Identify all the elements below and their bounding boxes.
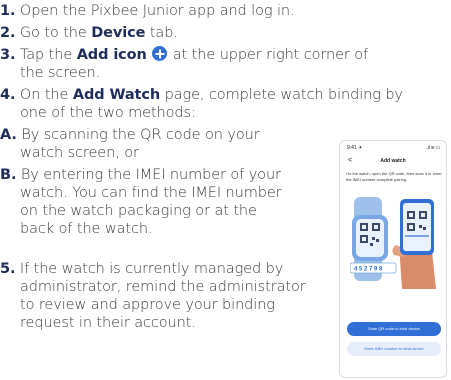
step-1: 1. Open the Pixbee Junior app and log in…	[0, 2, 295, 21]
signal-icon: ..ıl ≋ ▭	[425, 145, 440, 151]
method-b-line-3: on the watch packaging or at the	[0, 202, 257, 221]
step-2: 2. Go to the Device tab.	[0, 24, 178, 43]
method-b-line-4: back of the watch.	[0, 220, 153, 239]
phone-status-bar: 9:41 ✈ ..ıl ≋ ▭	[347, 145, 440, 153]
step-text: request in their account.	[20, 315, 196, 331]
step-number: 5.	[0, 261, 16, 277]
watch-scan-illustration: 4 5 2 7 9 8	[350, 197, 436, 289]
method-a: A. By scanning the QR code on your	[0, 126, 260, 145]
enter-imei-button[interactable]: Enter IMEI number to bind device	[347, 342, 441, 356]
method-a-continued: watch screen, or	[0, 144, 139, 163]
step-3-continued: the screen.	[0, 64, 100, 83]
step-text: On the	[15, 87, 73, 103]
step-5: 5. If the watch is currently managed by	[0, 260, 283, 279]
step-text: back of the watch.	[20, 221, 153, 237]
step-text: watch screen, or	[20, 145, 139, 161]
add-icon-label: Add icon	[76, 47, 147, 63]
step-5-line-4: request in their account.	[0, 314, 196, 333]
plus-circle-icon	[152, 46, 168, 61]
phone-time: 9:41 ✈	[347, 145, 363, 151]
scan-qr-button[interactable]: Scan QR code to bind device	[347, 322, 441, 336]
step-5-line-2: administrator, remind the administrator	[0, 278, 306, 297]
step-text: on the watch packaging or at the	[20, 203, 257, 219]
method-b: B. By entering the IMEI number of your	[0, 166, 281, 185]
step-number: 1.	[0, 3, 16, 19]
step-text: Tap the	[15, 47, 77, 63]
step-text: to review and approve your binding	[20, 297, 275, 313]
step-3: 3. Tap the Add icon at the upper right c…	[0, 46, 368, 65]
step-text: at the upper right corner of	[168, 47, 369, 63]
step-text: Open the Pixbee Junior app and log in.	[15, 3, 295, 19]
device-tab-label: Device	[91, 25, 146, 41]
step-text: By entering the IMEI number of your	[16, 167, 281, 183]
phone-mockup: 9:41 ✈ ..ıl ≋ ▭ < Add watch On the watch…	[339, 140, 447, 378]
step-text: one of the two methods:	[20, 105, 196, 121]
step-number: 3.	[0, 47, 16, 63]
method-b-line-2: watch. You can find the IMEI number	[0, 184, 282, 203]
step-number: 2.	[0, 25, 16, 41]
watch-imei-digits: 4 5 2 7 9 8	[354, 267, 383, 273]
step-text: By scanning the QR code on your	[16, 127, 260, 143]
step-5-line-3: to review and approve your binding	[0, 296, 275, 315]
step-text: tab.	[145, 25, 178, 41]
phone-screen-title: Add watch	[380, 158, 406, 164]
step-4: 4. On the Add Watch page, complete watch…	[0, 86, 403, 105]
step-text: Go to the	[15, 25, 92, 41]
add-watch-label: Add Watch	[72, 87, 161, 103]
phone-instruction: On the watch, open the QR code, then sca…	[346, 171, 442, 182]
step-text: page, complete watch binding by	[160, 87, 403, 103]
step-text: the screen.	[20, 65, 101, 81]
method-letter: A.	[0, 127, 17, 143]
step-4-continued: one of the two methods:	[0, 104, 196, 123]
step-number: 4.	[0, 87, 16, 103]
step-text: If the watch is currently managed by	[15, 261, 284, 277]
step-text: administrator, remind the administrator	[20, 279, 306, 295]
method-letter: B.	[0, 167, 17, 183]
step-text: watch. You can find the IMEI number	[20, 185, 282, 201]
scan-line	[405, 235, 429, 237]
